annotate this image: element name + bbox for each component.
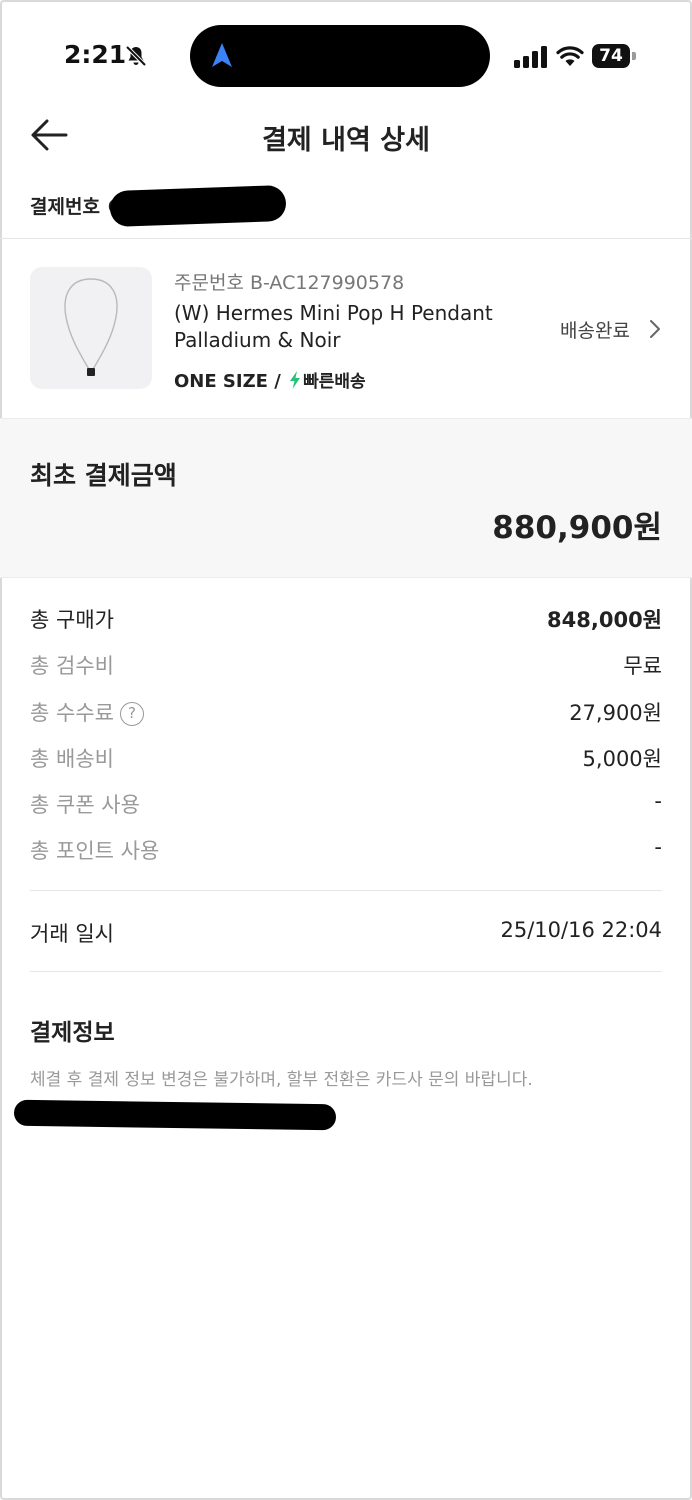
- bell-muted-icon: [125, 45, 147, 67]
- breakdown-row-inspection: 총 검수비 무료: [30, 650, 662, 680]
- cellular-signal-icon: [514, 46, 547, 68]
- breakdown-row-coupon: 총 쿠폰 사용 -: [30, 789, 662, 819]
- payment-number-label: 결제번호: [30, 196, 100, 218]
- status-bar: 2:21 74: [0, 0, 692, 110]
- breakdown-value: 5,000원: [582, 747, 662, 771]
- redaction-mark: [109, 184, 287, 228]
- payment-info-note: 체결 후 결제 정보 변경은 불가하며, 할부 전환은 카드사 문의 바랍니다.: [30, 1070, 533, 1090]
- breakdown-row-fee: 총 수수료? 27,900원: [30, 697, 662, 727]
- product-size: ONE SIZE /: [174, 371, 281, 392]
- product-thumbnail[interactable]: [30, 267, 152, 389]
- breakdown-row-purchase: 총 구매가 848,000원: [30, 604, 662, 634]
- product-option: ONE SIZE / 빠른배송: [174, 367, 366, 392]
- breakdown-label: 총 쿠폰 사용: [30, 793, 140, 817]
- order-number: 주문번호 B-AC127990578: [174, 272, 405, 294]
- delivery-status[interactable]: 배송완료: [560, 316, 630, 343]
- breakdown-label: 총 검수비: [30, 654, 114, 678]
- total-payment-label: 최초 결제금액: [30, 461, 177, 490]
- status-time: 2:21: [64, 40, 127, 69]
- battery-tip: [632, 52, 636, 60]
- dynamic-island: [190, 25, 490, 87]
- breakdown-label: 총 구매가: [30, 608, 114, 632]
- fast-delivery-label: 빠른배송: [303, 372, 366, 392]
- total-payment-amount: 880,900원: [492, 510, 662, 546]
- lightning-icon: [290, 371, 301, 389]
- battery-level: 74: [592, 44, 630, 68]
- section-divider: [0, 238, 692, 239]
- total-payment-section: 최초 결제금액 880,900원: [0, 418, 692, 578]
- breakdown-label: 총 배송비: [30, 747, 114, 771]
- payment-info-title: 결제정보: [30, 1020, 115, 1046]
- breakdown-label: 총 포인트 사용: [30, 839, 160, 863]
- breakdown-label-with-help: 총 수수료?: [30, 697, 144, 727]
- product-name[interactable]: (W) Hermes Mini Pop H Pendant Palladium …: [174, 300, 534, 354]
- breakdown-row-points: 총 포인트 사용 -: [30, 835, 662, 865]
- section-divider: [30, 971, 662, 972]
- page-title: 결제 내역 상세: [262, 125, 430, 156]
- deal-datetime-label: 거래 일시: [30, 922, 114, 946]
- page-header: 결제 내역 상세: [0, 100, 692, 170]
- breakdown-value: 27,900원: [569, 701, 662, 725]
- breakdown-value: -: [654, 789, 662, 813]
- deal-datetime-value: 25/10/16 22:04: [500, 918, 662, 942]
- redaction-mark: [13, 1099, 337, 1131]
- section-divider: [30, 890, 662, 891]
- chevron-right-icon[interactable]: [648, 318, 662, 340]
- breakdown-value: 848,000원: [547, 608, 662, 632]
- navigation-arrow-icon: [212, 43, 232, 67]
- breakdown-value: 무료: [623, 654, 662, 678]
- help-icon[interactable]: ?: [119, 702, 144, 726]
- breakdown-row-shipping: 총 배송비 5,000원: [30, 743, 662, 773]
- necklace-image: [64, 278, 118, 376]
- breakdown-value: -: [654, 835, 662, 859]
- battery-icon: 74: [592, 44, 638, 68]
- breakdown-label: 총 수수료: [30, 701, 114, 725]
- wifi-icon: [556, 46, 584, 66]
